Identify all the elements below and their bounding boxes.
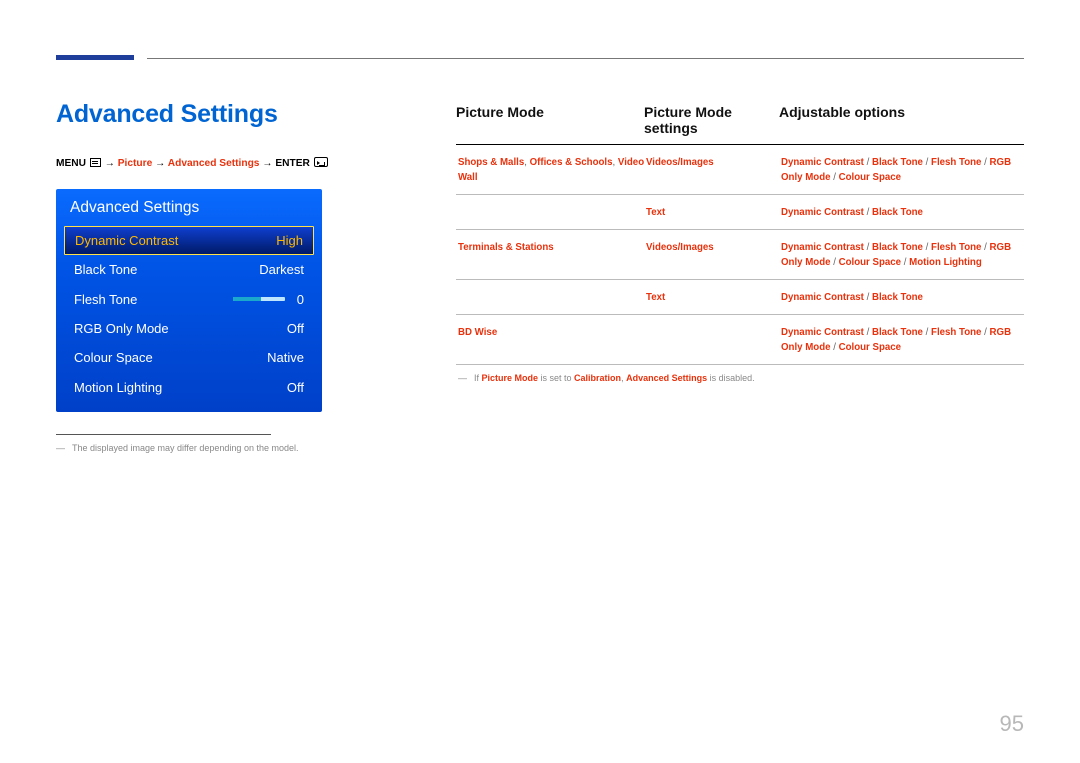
breadcrumb-picture: Picture bbox=[118, 158, 153, 169]
osd-row-label: Flesh Tone bbox=[74, 292, 137, 307]
table-row: TextDynamic Contrast / Black Tone bbox=[456, 280, 1024, 315]
cell-picture-mode bbox=[458, 290, 646, 305]
cell-adjustable: Dynamic Contrast / Black Tone bbox=[781, 205, 1022, 220]
osd-row-label: Colour Space bbox=[74, 350, 153, 365]
col-pm-settings: Picture Mode settings bbox=[644, 104, 779, 136]
osd-row-label: Dynamic Contrast bbox=[75, 233, 178, 248]
left-footnote: The displayed image may differ depending… bbox=[56, 443, 386, 453]
osd-row-value: Off bbox=[287, 321, 304, 336]
cell-adjustable: Dynamic Contrast / Black Tone / Flesh To… bbox=[781, 325, 1022, 355]
osd-row-label: Black Tone bbox=[74, 262, 137, 277]
cell-adjustable: Dynamic Contrast / Black Tone / Flesh To… bbox=[781, 240, 1022, 270]
osd-panel: Advanced Settings Dynamic Contrast High Bl… bbox=[56, 189, 322, 412]
osd-row-value: Darkest bbox=[259, 262, 304, 277]
cell-pm-settings bbox=[646, 325, 781, 355]
osd-row-label: Motion Lighting bbox=[74, 380, 162, 395]
osd-row: RGB Only Mode Off bbox=[56, 314, 322, 343]
table-header: Picture Mode Picture Mode settings Adjus… bbox=[456, 104, 1024, 145]
table-row: Shops & Malls, Offices & Schools, Video … bbox=[456, 145, 1024, 195]
table-row: BD Wise Dynamic Contrast / Black Tone / F… bbox=[456, 315, 1024, 365]
osd-rows: Dynamic Contrast High Black Tone Darkest Fle… bbox=[56, 226, 322, 402]
table-row: TextDynamic Contrast / Black Tone bbox=[456, 195, 1024, 230]
cell-picture-mode: BD Wise bbox=[458, 325, 646, 355]
osd-row: Flesh Tone 0 bbox=[56, 284, 322, 313]
osd-row-value: High bbox=[276, 233, 303, 248]
cell-pm-settings: Text bbox=[646, 205, 781, 220]
footnote-rule bbox=[56, 434, 271, 435]
enter-icon bbox=[314, 157, 328, 167]
breadcrumb-menu: MENU bbox=[56, 158, 86, 169]
cell-adjustable: Dynamic Contrast / Black Tone bbox=[781, 290, 1022, 305]
osd-row-value: Off bbox=[287, 380, 304, 395]
breadcrumb: MENU → Picture → Advanced Settings → ENT… bbox=[56, 157, 386, 169]
col-adjustable: Adjustable options bbox=[779, 104, 1024, 136]
page-title: Advanced Settings bbox=[56, 100, 386, 129]
top-rule bbox=[147, 58, 1024, 59]
breadcrumb-enter: ENTER bbox=[275, 158, 310, 169]
table-body: Shops & Malls, Offices & Schools, Video … bbox=[456, 145, 1024, 365]
menu-icon bbox=[90, 158, 101, 167]
accent-bar bbox=[56, 55, 134, 60]
cell-pm-settings: Videos/Images bbox=[646, 240, 781, 270]
slider-icon bbox=[233, 297, 285, 302]
cell-picture-mode bbox=[458, 205, 646, 220]
osd-row-label: RGB Only Mode bbox=[74, 321, 169, 336]
cell-picture-mode: Terminals & Stations bbox=[458, 240, 646, 270]
osd-row: Colour Space Native bbox=[56, 343, 322, 372]
cell-adjustable: Dynamic Contrast / Black Tone / Flesh To… bbox=[781, 155, 1022, 185]
table-row: Terminals & StationsVideos/ImagesDynamic… bbox=[456, 230, 1024, 280]
osd-title: Advanced Settings bbox=[56, 189, 322, 226]
cell-pm-settings: Videos/Images bbox=[646, 155, 781, 185]
osd-row-value: 0 bbox=[297, 292, 304, 307]
osd-row-value: Native bbox=[267, 350, 304, 365]
page-number: 95 bbox=[1000, 711, 1024, 737]
disabled-note: If Picture Mode is set to Calibration, A… bbox=[456, 365, 1024, 383]
col-picture-mode: Picture Mode bbox=[456, 104, 644, 136]
osd-row: Motion Lighting Off bbox=[56, 373, 322, 402]
osd-row: Black Tone Darkest bbox=[56, 255, 322, 284]
cell-pm-settings: Text bbox=[646, 290, 781, 305]
osd-row: Dynamic Contrast High bbox=[64, 226, 314, 255]
breadcrumb-advanced: Advanced Settings bbox=[168, 158, 260, 169]
cell-picture-mode: Shops & Malls, Offices & Schools, Video … bbox=[458, 155, 646, 185]
